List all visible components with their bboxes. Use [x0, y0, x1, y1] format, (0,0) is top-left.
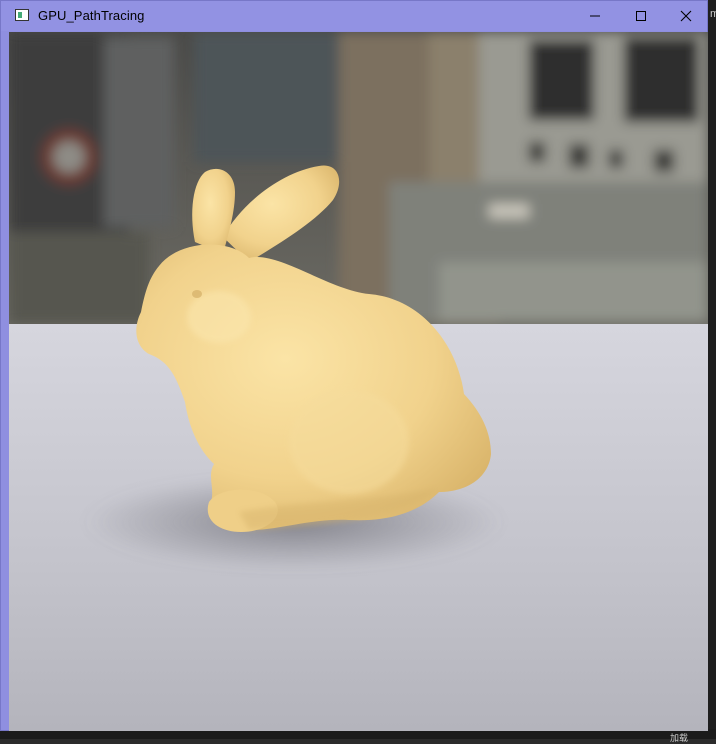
title-bar[interactable]: GPU_PathTracing [1, 1, 707, 31]
background-text-fragment: m [710, 8, 716, 20]
background-text-fragment-bottom: 加载 [670, 733, 689, 743]
maximize-icon [636, 11, 646, 21]
maximize-button[interactable] [618, 1, 664, 31]
close-icon [680, 10, 692, 22]
close-button[interactable] [663, 1, 709, 31]
window-title: GPU_PathTracing [38, 8, 145, 23]
minimize-icon [590, 15, 600, 17]
desktop-right-strip [708, 0, 716, 739]
environment-background [9, 32, 708, 324]
app-window: GPU_PathTracing [0, 0, 708, 731]
minimize-button[interactable] [572, 1, 618, 31]
path-traced-scene [9, 32, 708, 731]
render-viewport[interactable] [9, 32, 708, 731]
app-window-icon [15, 9, 29, 21]
